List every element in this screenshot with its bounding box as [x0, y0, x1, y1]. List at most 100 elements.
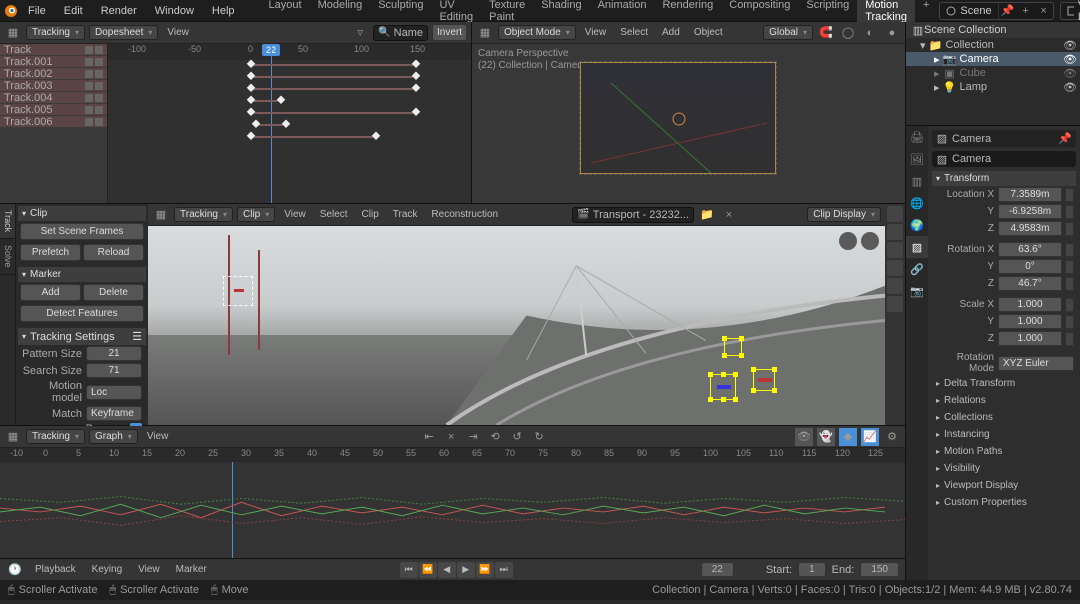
ptab-world[interactable]: 🌍 — [906, 214, 928, 236]
graph-btn-b[interactable]: × — [442, 428, 460, 446]
loc-x-field[interactable]: 7.3589m — [998, 187, 1062, 202]
section-marker[interactable]: Marker — [18, 267, 146, 282]
tl-menu-view[interactable]: View — [133, 562, 165, 577]
graph-toggle-1[interactable]: 👁 — [795, 428, 813, 446]
snap-icon[interactable]: 🧲 — [817, 24, 835, 42]
viewlayer-selector[interactable]: View Layer + × — [1060, 2, 1080, 20]
play-button[interactable]: ▶ — [457, 562, 475, 578]
vp-orient-dd[interactable]: Global — [763, 25, 813, 40]
add-marker-button[interactable]: Add — [20, 284, 81, 301]
props-breadcrumb[interactable]: ▨ Camera 📌 — [932, 130, 1076, 147]
sec-instancing[interactable]: Instancing — [932, 426, 1076, 443]
datablock-selector[interactable]: ▨ Camera — [932, 151, 1076, 167]
editor-type-icon[interactable]: ▦ — [4, 428, 22, 446]
graph-btn-e[interactable]: ↺ — [508, 428, 526, 446]
vtab-solve[interactable]: Solve — [0, 239, 15, 275]
play-rev-button[interactable]: ◀ — [438, 562, 456, 578]
menu-file[interactable]: File — [20, 2, 54, 20]
scene-new-icon[interactable]: + — [1017, 2, 1035, 20]
track-row[interactable]: Track.003 — [0, 80, 107, 92]
graph-toggle-3[interactable]: ◆ — [839, 428, 857, 446]
lock-icon[interactable] — [1066, 277, 1074, 291]
lock-icon[interactable] — [1066, 205, 1074, 219]
filter-icon[interactable]: ▿ — [351, 24, 369, 42]
jump-start-button[interactable]: ⏮ — [400, 562, 418, 578]
menu-window[interactable]: Window — [147, 2, 202, 20]
viewport-canvas[interactable]: Camera Perspective (22) Collection | Cam… — [472, 44, 905, 203]
lock-icon[interactable] — [1066, 260, 1074, 274]
tl-menu-marker[interactable]: Marker — [171, 562, 212, 577]
graph-canvas[interactable]: 22 — [0, 462, 905, 558]
tool-scale[interactable] — [887, 260, 903, 276]
menu-render[interactable]: Render — [93, 2, 145, 20]
match-dd[interactable]: Keyframe — [86, 406, 142, 421]
reload-button[interactable]: Reload — [83, 244, 144, 261]
graph-editor-dd[interactable]: Tracking — [26, 429, 85, 444]
ptab-scene[interactable]: 🌐 — [906, 192, 928, 214]
ptab-view[interactable]: ▥ — [906, 170, 928, 192]
unlink-icon[interactable]: × — [720, 206, 738, 224]
set-scene-frames-button[interactable]: Set Scene Frames — [20, 223, 144, 240]
graph-menu-view[interactable]: View — [142, 429, 174, 444]
rot-z-field[interactable]: 46.7° — [998, 276, 1062, 291]
detect-features-button[interactable]: Detect Features — [20, 305, 144, 322]
tool-rotate[interactable] — [887, 242, 903, 258]
lock-icon[interactable] — [1066, 188, 1074, 202]
tool-annotate[interactable] — [887, 278, 903, 294]
vp-menu-object[interactable]: Object — [689, 25, 728, 40]
proportional-icon[interactable]: ◯ — [839, 24, 857, 42]
menu-edit[interactable]: Edit — [56, 2, 91, 20]
clip-menu-view[interactable]: View — [279, 207, 311, 222]
sec-viewport[interactable]: Viewport Display — [932, 477, 1076, 494]
shading-b-icon[interactable] — [861, 232, 879, 250]
graph-toggle-2[interactable]: 👻 — [817, 428, 835, 446]
graph-toggle-5[interactable]: ⚙ — [883, 428, 901, 446]
track-row[interactable]: Track.001 — [0, 56, 107, 68]
editor-type-icon[interactable]: ▦ — [4, 24, 22, 42]
pin-icon[interactable]: 📌 — [1058, 132, 1072, 145]
dopesheet-menu-view[interactable]: View — [162, 25, 194, 40]
lock-icon[interactable] — [1066, 298, 1074, 312]
sec-custom[interactable]: Custom Properties — [932, 494, 1076, 511]
tree-lamp[interactable]: ▸💡 Lamp 👁 — [906, 80, 1080, 94]
dopesheet-search[interactable]: 🔍 Name — [373, 25, 428, 41]
track-row[interactable]: Track.005 — [0, 104, 107, 116]
next-key-button[interactable]: ⏩ — [476, 562, 494, 578]
graph-mode-dd[interactable]: Graph — [89, 429, 138, 444]
clip-menu-track[interactable]: Track — [388, 207, 423, 222]
jump-end-button[interactable]: ⏭ — [495, 562, 513, 578]
tool-cursor[interactable] — [887, 206, 903, 222]
rot-x-field[interactable]: 63.6° — [998, 242, 1062, 257]
tracker-marker-selected[interactable] — [724, 338, 742, 356]
eye-icon[interactable]: 👁 — [1064, 81, 1076, 93]
graph-btn-c[interactable]: ⇥ — [464, 428, 482, 446]
track-row[interactable]: Track.006 — [0, 116, 107, 128]
lock-icon[interactable] — [1066, 315, 1074, 329]
ptab-render[interactable]: 🖨 — [906, 126, 928, 148]
loc-z-field[interactable]: 4.9583m — [998, 221, 1062, 236]
graph-toggle-4[interactable]: 📈 — [861, 428, 879, 446]
vp-menu-view[interactable]: View — [580, 25, 612, 40]
scene-pin-icon[interactable]: 📌 — [999, 2, 1017, 20]
graph-btn-d[interactable]: ⟲ — [486, 428, 504, 446]
lock-icon[interactable] — [1066, 243, 1074, 257]
tree-camera[interactable]: ▸📷 Camera 👁 — [906, 52, 1080, 66]
ptab-output[interactable]: 🖼 — [906, 148, 928, 170]
sec-motionpaths[interactable]: Motion Paths — [932, 443, 1076, 460]
shading-wire-icon[interactable]: ◐ — [861, 24, 879, 42]
tool-move[interactable] — [887, 224, 903, 240]
rot-y-field[interactable]: 0° — [998, 259, 1062, 274]
delete-marker-button[interactable]: Delete — [83, 284, 144, 301]
tl-menu-keying[interactable]: Keying — [87, 562, 128, 577]
scene-del-icon[interactable]: × — [1035, 2, 1053, 20]
tracker-marker-selected[interactable] — [753, 369, 775, 391]
scl-x-field[interactable]: 1.000 — [998, 297, 1062, 312]
shading-solid-icon[interactable]: ● — [883, 24, 901, 42]
graph-btn-f[interactable]: ↻ — [530, 428, 548, 446]
tree-cube[interactable]: ▸▣ Cube 👁 — [906, 66, 1080, 80]
vp-menu-select[interactable]: Select — [615, 25, 653, 40]
clip-display-dd[interactable]: Clip Display — [807, 207, 881, 222]
eye-icon[interactable]: 👁 — [1064, 39, 1076, 51]
section-clip[interactable]: Clip — [18, 206, 146, 221]
lock-icon[interactable] — [1066, 222, 1074, 236]
